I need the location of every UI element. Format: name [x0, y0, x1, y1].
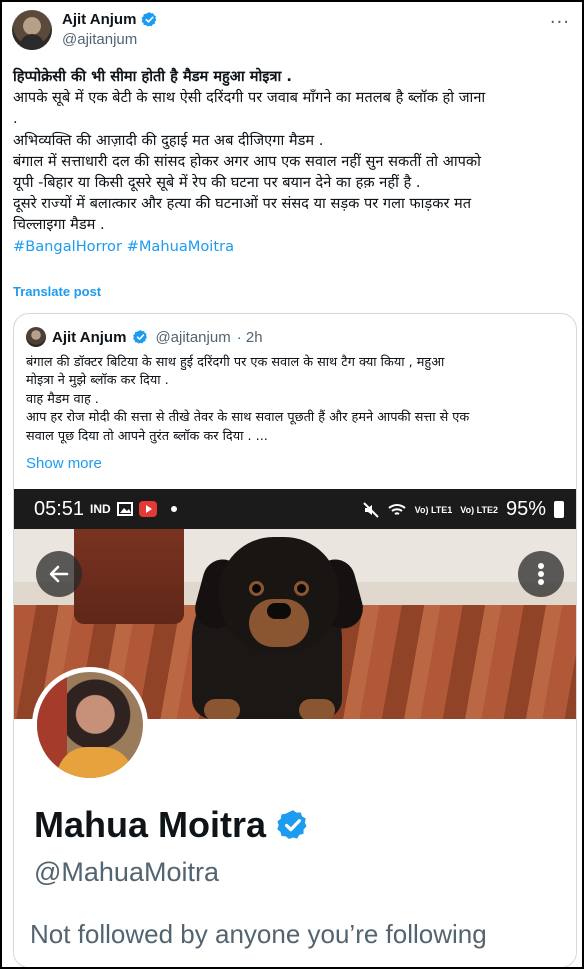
quoted-line: मोइत्रा ने मुझे ब्लॉक कर दिया . [26, 373, 169, 389]
follow-status-note: Not followed by anyone you’re following [30, 919, 487, 949]
quoted-author-name[interactable]: Ajit Anjum [52, 329, 126, 346]
quoted-post-header: Ajit Anjum @ajitanjum · 2h [26, 327, 263, 347]
author-handle[interactable]: @ajitanjum [62, 31, 137, 48]
signal-sim-2: Vo) LTE2 [460, 504, 498, 515]
author-name-line: Ajit Anjum [62, 11, 158, 28]
puppy-nose [267, 603, 291, 619]
mute-icon [362, 501, 379, 518]
post-line: चिल्लाइगा मैडम . [13, 216, 105, 234]
post-header: Ajit Anjum @ajitanjum ··· [12, 10, 572, 52]
verified-badge-icon [133, 330, 148, 344]
profile-name-line: Mahua Moitra [34, 804, 310, 846]
notification-dot-icon [170, 506, 177, 512]
quoted-author-avatar[interactable] [26, 327, 46, 347]
banner-furniture [74, 529, 184, 624]
youtube-icon [138, 501, 157, 517]
status-left-icons: IND [90, 501, 177, 517]
profile-handle: @MahuaMoitra [34, 857, 219, 887]
puppy-eye [297, 584, 306, 593]
status-time: 05:51 [34, 498, 85, 520]
quoted-line: सवाल पूछ दिया तो आपने तुरंत ब्लॉक कर दिय… [26, 428, 268, 444]
quoted-post-time[interactable]: · 2h [237, 329, 263, 346]
attached-screenshot-image[interactable]: 05:51 IND Vo) LTE1 Vo) LTE2 95% Mahua Mo… [14, 489, 576, 967]
hashtag-links[interactable]: #BangalHorror #MahuaMoitra [13, 236, 577, 257]
back-arrow-icon[interactable] [36, 551, 82, 597]
phone-status-bar: 05:51 IND Vo) LTE1 Vo) LTE2 95% [14, 489, 576, 529]
gallery-icon [116, 502, 133, 516]
battery-percent: 95% [505, 498, 546, 520]
author-avatar[interactable] [12, 10, 52, 50]
vertical-more-icon[interactable] [518, 551, 564, 597]
show-more-link[interactable]: Show more [26, 455, 102, 472]
quoted-line: आप हर रोज मोदी की सत्ता से तीखे तेवर के … [26, 410, 470, 426]
quoted-post[interactable]: Ajit Anjum @ajitanjum · 2h बंगाल की डॉक्… [13, 313, 577, 967]
profile-avatar [32, 667, 148, 783]
post-line: यूपी -बिहार या किसी दूसरे सूबे में रेप क… [13, 174, 421, 192]
author-name[interactable]: Ajit Anjum [62, 11, 136, 28]
post-line: दूसरे राज्यों में बलात्कार और हत्या की घ… [13, 195, 472, 213]
post-line: आपके सूबे में एक बेटी के साथ ऐसी दरिंदगी… [13, 89, 486, 107]
signal-sim-1: Vo) LTE1 [414, 504, 453, 515]
puppy-paw [204, 699, 240, 719]
puppy-paw [299, 699, 335, 719]
puppy-eye [252, 584, 261, 593]
battery-icon [554, 501, 564, 518]
avatar-torso [57, 747, 133, 778]
quoted-line: बंगाल की डॉक्टर बिटिया के साथ हुई दरिंदग… [26, 355, 445, 370]
wifi-icon [387, 503, 406, 515]
status-right-icons: Vo) LTE1 Vo) LTE2 95% [362, 498, 564, 521]
post-line: अभिव्यक्ति की आज़ादी की दुहाई मत अब दीजि… [13, 131, 324, 149]
verified-badge-icon [142, 12, 157, 27]
network-label: IND [90, 502, 111, 516]
verified-badge-icon [277, 810, 307, 840]
profile-name: Mahua Moitra [34, 804, 267, 845]
post-line: हिप्पोक्रेसी की भी सीमा होती है मैडम महु… [13, 68, 292, 85]
quoted-line: वाह मैडम वाह . [26, 391, 99, 407]
translate-post-link[interactable]: Translate post [13, 284, 101, 299]
more-options-icon[interactable]: ··· [550, 12, 570, 33]
post-line: . [13, 110, 18, 128]
post-text: हिप्पोक्रेसी की भी सीमा होती है मैडम महु… [13, 66, 577, 257]
quoted-author-handle[interactable]: @ajitanjum [155, 329, 230, 346]
post-line: बंगाल में सत्ताधारी दल की सांसद होकर अगर… [13, 152, 481, 170]
post-card: Ajit Anjum @ajitanjum ··· हिप्पोक्रेसी क… [0, 0, 584, 969]
quoted-post-text: बंगाल की डॉक्टर बिटिया के साथ हुई दरिंदग… [26, 354, 566, 446]
